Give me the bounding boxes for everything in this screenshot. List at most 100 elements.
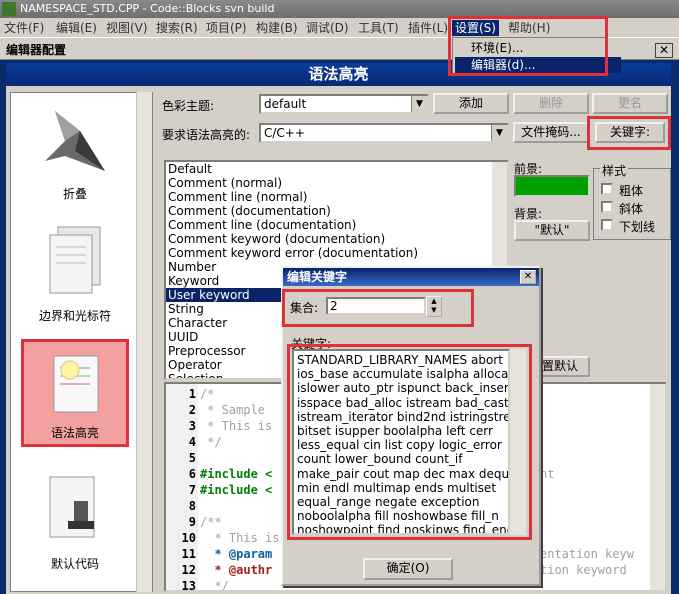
list-item[interactable]: Comment line (normal) — [166, 190, 507, 204]
italic-checkbox[interactable] — [601, 201, 613, 213]
menu-plugins[interactable]: 插件(L) — [408, 20, 448, 36]
set-spinner-input[interactable]: 2 — [326, 297, 426, 315]
menu-bar: 文件(F) 编辑(E) 视图(V) 搜索(R) 项目(P) 构建(B) 调试(D… — [0, 18, 679, 38]
menu-search[interactable]: 搜索(R) — [156, 20, 198, 36]
line-number: 5 — [188, 451, 196, 465]
code-line: * This is — [200, 531, 280, 545]
menu-file[interactable]: 文件(F) — [4, 20, 44, 36]
code-fragment: entation keyw — [540, 547, 634, 561]
chevron-down-icon: ▼ — [491, 125, 507, 141]
keyword-line: min endl multimap ends multiset — [297, 480, 497, 495]
menu-tools[interactable]: 工具(T) — [358, 20, 399, 36]
keyword-line: less_equal cin list copy logic_error — [297, 438, 502, 453]
keyword-line: make_pair cout map dec max deque — [297, 466, 510, 481]
keywords-textarea[interactable]: STANDARD_LIBRARY_NAMES abort ios_base acc… — [292, 349, 510, 535]
keywords-button[interactable]: 关键字: — [595, 122, 665, 143]
menu-view[interactable]: 视图(V) — [106, 20, 148, 36]
category-default-code[interactable]: 默认代码 — [11, 463, 139, 575]
menu-editor[interactable]: 编辑器(d)... — [455, 57, 621, 73]
line-number: 2 — [188, 403, 196, 417]
category-label: 折叠 — [62, 187, 87, 201]
line-number: 6 — [188, 467, 196, 481]
category-label: 边界和光标符 — [38, 309, 111, 323]
keyword-line: noshowpoint find noskipws find_end — [297, 523, 510, 535]
code-line: * Sample — [200, 403, 266, 417]
menu-edit[interactable]: 编辑(E) — [56, 20, 97, 36]
menu-help[interactable]: 帮助(H) — [508, 20, 550, 36]
keyword-line: count lower_bound count_if — [297, 452, 463, 467]
close-icon[interactable]: ✕ — [520, 270, 536, 284]
documents-icon — [49, 226, 101, 294]
line-number: 9 — [188, 515, 196, 529]
menu-debug[interactable]: 调试(D) — [306, 20, 349, 36]
keyword-line: STANDARD_LIBRARY_NAMES abort — [297, 353, 503, 367]
code-line: #include < — [200, 483, 273, 497]
scheme-value: default — [264, 97, 307, 111]
list-item[interactable]: Comment (normal) — [166, 176, 507, 190]
language-value: C/C++ — [264, 126, 305, 140]
keyword-line: istream_iterator bind2nd istringstream — [297, 409, 510, 424]
italic-label: 斜体 — [619, 202, 644, 216]
style-group-label: 样式 — [600, 162, 629, 179]
code-line: /* — [200, 387, 215, 401]
code-line: * @authr — [200, 563, 273, 577]
bold-checkbox[interactable] — [601, 183, 613, 195]
app-icon — [2, 2, 16, 16]
category-folding[interactable]: 折叠 — [11, 93, 139, 205]
line-number: 13 — [181, 579, 196, 592]
spinner-arrows-icon[interactable]: ▲ ▼ — [426, 296, 442, 317]
lightbulb-document-icon — [53, 355, 99, 413]
add-button[interactable]: 添加 — [433, 93, 509, 114]
code-fragment: nt — [540, 467, 555, 481]
line-number: 8 — [188, 499, 196, 513]
keywords-scrollbar[interactable] — [510, 349, 526, 535]
dialog-close-button[interactable]: ✕ — [655, 43, 673, 58]
chevron-down-icon: ▼ — [411, 96, 427, 112]
filemasks-button[interactable]: 文件掩码... — [513, 122, 589, 143]
underline-checkbox[interactable] — [601, 219, 613, 231]
window-title: NAMESPACE_STD.CPP - Code::Blocks svn bui… — [20, 2, 275, 15]
menu-environment[interactable]: 环境(E)... — [455, 40, 621, 56]
category-label: 默认代码 — [50, 557, 99, 571]
bold-label: 粗体 — [619, 184, 644, 198]
keyword-line: isspace bad_alloc istream bad_cast — [297, 395, 509, 410]
line-number: 1 — [188, 387, 196, 401]
stamp-document-icon — [49, 476, 95, 538]
category-scrollbar[interactable] — [136, 92, 152, 592]
line-number: 11 — [181, 547, 196, 561]
code-line: #include < — [200, 467, 273, 481]
category-syntax-highlighting[interactable]: 语法高亮 — [21, 339, 129, 447]
keyword-line: equal_range negate exception — [297, 495, 480, 510]
rename-button[interactable]: 更名 — [592, 93, 668, 114]
line-number: 3 — [188, 419, 196, 433]
foreground-color-swatch[interactable] — [514, 175, 590, 197]
code-line: * @param — [200, 547, 273, 561]
keyword-line: bitset isupper boolalpha left cerr — [297, 424, 493, 439]
line-number: 7 — [188, 483, 196, 497]
menu-build[interactable]: 构建(B) — [256, 20, 298, 36]
line-number: 12 — [181, 563, 196, 577]
list-item[interactable]: Comment (documentation) — [166, 204, 507, 218]
menu-settings[interactable]: 设置(S) — [452, 20, 499, 36]
ok-button[interactable]: 确定(O) — [363, 558, 453, 580]
code-line: * This is — [200, 419, 273, 433]
set-label: 集合: — [290, 301, 319, 315]
scheme-select[interactable]: default ▼ — [259, 94, 429, 114]
list-item[interactable]: Comment keyword (documentation) — [166, 232, 507, 246]
category-list: 折叠 边界和光标符 语法高亮 默认代码 — [10, 92, 153, 592]
edit-keywords-title: 编辑关键字 — [283, 268, 539, 286]
underline-label: 下划线 — [619, 220, 656, 234]
background-default-button[interactable]: "默认" — [514, 220, 590, 241]
language-select[interactable]: C/C++ ▼ — [259, 123, 509, 143]
category-margins-caret[interactable]: 边界和光标符 — [11, 213, 139, 325]
menu-project[interactable]: 项目(P) — [206, 20, 247, 36]
list-item[interactable]: Default — [166, 162, 507, 176]
list-item[interactable]: Comment keyword error (documentation) — [166, 246, 507, 260]
keyword-line: islower auto_ptr ispunct back_inserter — [297, 381, 510, 396]
delete-button[interactable]: 删除 — [513, 93, 589, 114]
origami-bird-icon — [45, 111, 105, 171]
list-item[interactable]: Comment line (documentation) — [166, 218, 507, 232]
code-preview-scrollbar[interactable] — [650, 384, 665, 590]
keyword-line: ios_base accumulate isalpha allocator — [297, 367, 510, 382]
scheme-label: 色彩主题: — [162, 99, 215, 113]
